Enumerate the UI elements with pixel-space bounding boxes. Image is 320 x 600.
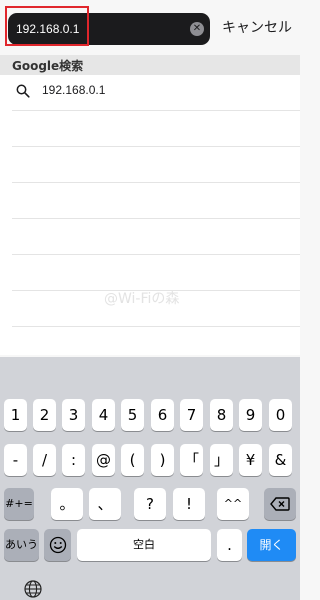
key-question[interactable]: ? <box>134 488 166 520</box>
keyboard: 1 2 3 4 5 6 7 8 9 0 - / : @ ( ) 「 」 ¥ & … <box>0 357 300 600</box>
key-paren-open[interactable]: ( <box>121 444 144 476</box>
key-symbols[interactable]: #+= <box>4 488 34 520</box>
key-kana[interactable]: あいう <box>4 529 39 561</box>
key-at[interactable]: @ <box>92 444 115 476</box>
section-header: Google検索 <box>0 55 300 75</box>
key-5[interactable]: 5 <box>121 399 144 431</box>
key-period-jp[interactable]: 。 <box>51 488 83 520</box>
suggestion-item[interactable]: 192.168.0.1 <box>12 75 300 111</box>
key-colon[interactable]: : <box>62 444 85 476</box>
clear-icon[interactable]: ✕ <box>190 22 204 36</box>
list-row-empty <box>12 255 300 291</box>
search-bar: 192.168.0.1 ✕ キャンセル <box>0 0 300 55</box>
open-button[interactable]: 開く <box>247 529 296 561</box>
key-yen[interactable]: ¥ <box>239 444 262 476</box>
key-9[interactable]: 9 <box>239 399 262 431</box>
cancel-button[interactable]: キャンセル <box>222 17 292 37</box>
delete-button[interactable] <box>264 488 296 520</box>
suggestion-text: 192.168.0.1 <box>42 83 106 97</box>
emoji-button[interactable] <box>44 529 71 561</box>
list-row-empty <box>12 111 300 147</box>
key-1[interactable]: 1 <box>4 399 27 431</box>
list-row-empty <box>12 219 300 255</box>
key-hyphen[interactable]: - <box>4 444 27 476</box>
section-label: Google検索 <box>12 59 84 73</box>
highlight-box <box>5 6 89 46</box>
key-caret[interactable]: ^^ <box>217 488 249 520</box>
key-2[interactable]: 2 <box>33 399 56 431</box>
emoji-icon <box>49 536 66 554</box>
key-3[interactable]: 3 <box>62 399 85 431</box>
watermark: @Wi-Fiの森 <box>104 291 180 307</box>
key-bracket-close[interactable]: 」 <box>210 444 233 476</box>
key-7[interactable]: 7 <box>180 399 203 431</box>
key-dot[interactable]: . <box>217 529 242 561</box>
key-8[interactable]: 8 <box>210 399 233 431</box>
key-slash[interactable]: / <box>33 444 56 476</box>
key-exclamation[interactable]: ! <box>173 488 205 520</box>
space-key[interactable]: 空白 <box>77 529 211 561</box>
key-comma-jp[interactable]: 、 <box>89 488 121 520</box>
backspace-icon <box>270 497 290 511</box>
key-bracket-open[interactable]: 「 <box>180 444 203 476</box>
globe-icon[interactable] <box>24 580 42 598</box>
results-list: 192.168.0.1 <box>0 75 300 355</box>
key-ampersand[interactable]: & <box>269 444 292 476</box>
key-4[interactable]: 4 <box>92 399 115 431</box>
key-paren-close[interactable]: ) <box>151 444 174 476</box>
key-0[interactable]: 0 <box>269 399 292 431</box>
list-row-empty <box>12 183 300 219</box>
key-6[interactable]: 6 <box>151 399 174 431</box>
list-row-empty <box>12 147 300 183</box>
search-icon <box>16 84 30 98</box>
